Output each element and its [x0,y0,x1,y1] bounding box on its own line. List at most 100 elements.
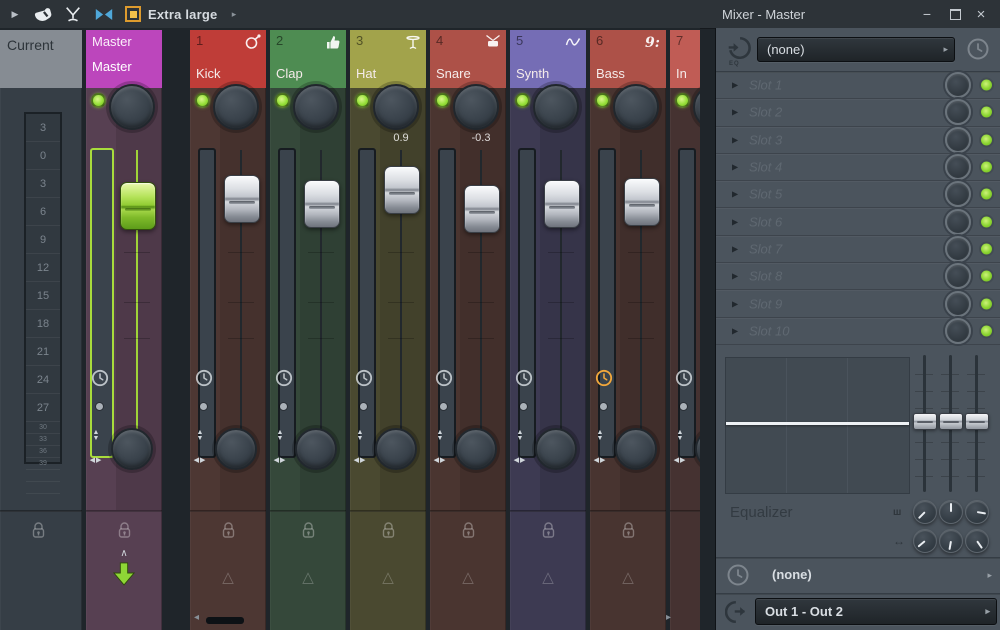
slot-menu-icon[interactable]: ▶ [732,190,738,199]
layout-square-icon[interactable] [124,0,142,28]
pan-knob[interactable] [693,84,700,130]
slot-mix-knob[interactable] [945,209,971,235]
slot-label[interactable]: Slot 1 [749,78,782,93]
effect-slot-row[interactable]: ▶Slot 4 [716,154,1000,181]
volume-fader-handle[interactable] [464,185,500,233]
hand-tool-icon[interactable] [30,0,56,28]
record-arm-icon[interactable] [460,520,477,540]
pan-knob[interactable] [293,84,339,130]
stereo-separation-knob[interactable] [111,428,153,470]
slot-menu-icon[interactable]: ▶ [732,244,738,253]
scrollbar-left-arrow[interactable]: ◂ [194,612,199,623]
scrollbar-right-arrow[interactable]: ▸ [666,612,671,623]
eq-frequency-knob[interactable] [913,529,937,553]
slot-mix-knob[interactable] [945,72,971,98]
channel-strip-bass[interactable]: 69:Bass▲▼◀▶△ [590,30,666,630]
pan-knob[interactable] [533,84,579,130]
effect-slot-row[interactable]: ▶Slot 10 [716,318,1000,345]
route-to-this-track-icon[interactable] [113,562,135,592]
pan-knob[interactable] [613,84,659,130]
slot-label[interactable]: Slot 9 [749,296,782,311]
slot-enable-led[interactable] [979,241,994,256]
slot-menu-icon[interactable]: ▶ [732,272,738,281]
route-source-chevron-icon[interactable]: ∧ [86,548,162,559]
slot-enable-led[interactable] [979,269,994,284]
slot-label[interactable]: Slot 8 [749,269,782,284]
maximize-button[interactable] [944,0,966,28]
channel-strip-master[interactable]: MasterMaster▲▼◀▶∧ [86,30,162,630]
pan-arrows-icon[interactable]: ◀▶ [432,456,448,464]
swap-arrows-icon[interactable]: ▲▼ [674,430,686,442]
clock-icon[interactable] [515,369,533,387]
eq-curve-display[interactable] [725,357,910,494]
audio-output-icon[interactable] [725,599,751,625]
slot-enable-led[interactable] [979,187,994,202]
scrollbar-thumb[interactable] [206,617,244,624]
slot-label[interactable]: Slot 3 [749,132,782,147]
record-arm-icon[interactable] [30,520,47,540]
mute-led[interactable] [515,93,530,108]
pan-knob[interactable] [453,84,499,130]
eq-bandwidth-knob[interactable] [965,500,989,524]
volume-fader-handle[interactable] [224,175,260,223]
stereo-separation-knob[interactable] [295,428,337,470]
route-to-master-icon[interactable]: △ [190,568,266,586]
clock-icon[interactable] [595,369,613,387]
clock-icon[interactable] [675,369,693,387]
swap-arrows-icon[interactable]: ▲▼ [354,430,366,442]
stereo-separation-knob[interactable] [215,428,257,470]
slot-label[interactable]: Slot 5 [749,187,782,202]
route-to-master-icon[interactable]: △ [510,568,586,586]
slot-label[interactable]: Slot 7 [749,241,782,256]
slot-mix-knob[interactable] [945,127,971,153]
eq-band-fader-handle[interactable] [939,413,963,430]
eq-bandwidth-knob[interactable] [939,500,963,524]
eq-frequency-knob[interactable] [939,529,963,553]
effect-slot-row[interactable]: ▶Slot 6 [716,208,1000,235]
slot-mix-knob[interactable] [945,236,971,262]
channel-header[interactable]: 5Synth [510,30,586,88]
channel-header[interactable]: MasterMaster [86,30,162,88]
channel-strip-insert7[interactable]: 7In▲▼◀▶△ [670,30,700,630]
slot-label[interactable]: Slot 4 [749,160,782,175]
channel-strip-current[interactable]: Current3036912151821242730333639 [0,30,82,630]
pan-arrows-icon[interactable]: ◀▶ [672,456,688,464]
effect-slot-row[interactable]: ▶ Slot 8 [716,263,1000,290]
channel-strip-hat[interactable]: 3Hat0.9▲▼◀▶△ [350,30,426,630]
audio-input-icon[interactable] [726,35,752,61]
channel-header[interactable]: 2Clap [270,30,346,88]
minimize-button[interactable]: − [916,0,938,28]
mute-led[interactable] [595,93,610,108]
chevron-right-icon[interactable]: ▸ [228,0,240,28]
effect-slot-row[interactable]: ▶Slot 3 [716,127,1000,154]
volume-fader-handle[interactable] [304,180,340,228]
view-size-label[interactable]: Extra large [148,0,217,28]
dock-icon[interactable] [62,0,84,28]
channel-header[interactable]: 69:Bass [590,30,666,88]
channel-header[interactable]: Current [0,30,82,88]
mute-led[interactable] [435,93,450,108]
pan-arrows-icon[interactable]: ◀▶ [592,456,608,464]
swap-arrows-icon[interactable]: ▲▼ [434,430,446,442]
slot-mix-knob[interactable] [945,318,971,344]
record-arm-icon[interactable] [220,520,237,540]
pan-arrows-icon[interactable]: ◀▶ [272,456,288,464]
slot-enable-led[interactable] [979,323,994,338]
stereo-separation-knob[interactable] [535,428,577,470]
record-arm-icon[interactable] [540,520,557,540]
channel-strip-snare[interactable]: 4Snare-0.3▲▼◀▶△ [430,30,506,630]
mute-led[interactable] [675,93,690,108]
pan-knob[interactable] [109,84,155,130]
record-arm-icon[interactable] [620,520,637,540]
route-to-master-icon[interactable]: △ [670,568,700,586]
stereo-separation-knob[interactable] [455,428,497,470]
eq-band-fader-handle[interactable] [965,413,989,430]
route-to-master-icon[interactable]: △ [270,568,346,586]
slot-label[interactable]: Slot 6 [749,214,782,229]
time-selector-value[interactable]: (none) [772,567,812,582]
swap-arrows-icon[interactable]: ▲▼ [594,430,606,442]
slot-mix-knob[interactable] [945,154,971,180]
swap-arrows-icon[interactable]: ▲▼ [514,430,526,442]
eq-band-fader-handle[interactable] [913,413,937,430]
pan-arrows-icon[interactable]: ◀▶ [512,456,528,464]
